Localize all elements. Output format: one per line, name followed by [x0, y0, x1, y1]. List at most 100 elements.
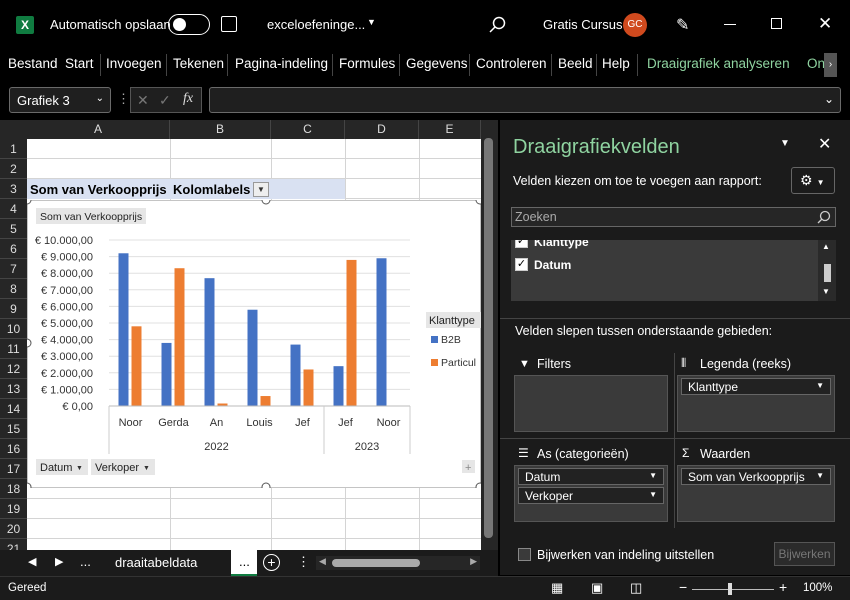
name-box[interactable]: Grafiek 3 ⌄	[9, 87, 111, 113]
ribbon-scroll-right-icon[interactable]: ›	[824, 53, 837, 77]
chevron-down-icon: ▼	[816, 381, 824, 390]
cancel-icon[interactable]: ✕	[137, 92, 149, 109]
pen-icon[interactable]: ✎	[676, 15, 689, 35]
autosave-toggle[interactable]	[168, 14, 210, 35]
insert-function-icon[interactable]: fx	[183, 91, 193, 107]
worksheet-grid[interactable]: A B C D E 1 2 3 4 5 6 7 8 9 10 11 12 13 14 15 16 17 18 19 2…	[0, 120, 498, 550]
prev-sheet-icon[interactable]: ◀	[28, 555, 36, 568]
pane-options-chevron-icon[interactable]: ▼	[780, 138, 790, 149]
tab-tekenen[interactable]: Tekenen	[173, 56, 224, 71]
field-checkbox-datum[interactable]: ✓	[515, 258, 528, 271]
row-header[interactable]: 9	[0, 299, 27, 319]
tab-bestand[interactable]: Bestand	[8, 56, 58, 71]
values-area[interactable]: Som van Verkoopprijs ▼	[677, 465, 835, 522]
next-sheet-icon[interactable]: ▶	[55, 555, 63, 568]
y-tick-label: € 0,00	[62, 401, 93, 413]
more-sheets-left[interactable]: ...	[80, 554, 91, 569]
user-name[interactable]: Gratis Cursus	[543, 17, 622, 32]
minimize-icon[interactable]	[724, 24, 736, 25]
column-labels-filter-button[interactable]: ▼	[253, 182, 269, 197]
more-sheets-right[interactable]: ...	[239, 554, 250, 569]
expand-formula-icon[interactable]: ⌄	[824, 92, 834, 106]
page-layout-icon[interactable]: ▣	[591, 580, 603, 596]
tab-invoegen[interactable]: Invoegen	[106, 56, 162, 71]
tab-help[interactable]: Help	[602, 56, 630, 71]
axis-field-verkoper[interactable]: Verkoper ▼	[518, 487, 664, 504]
row-header[interactable]: 20	[0, 519, 27, 539]
tab-draaigrafiek-analyseren[interactable]: Draaigrafiek analyseren	[647, 56, 790, 71]
sheet-options-icon[interactable]: ⋮	[297, 554, 310, 570]
zoom-level[interactable]: 100%	[803, 582, 832, 594]
horizontal-scrollbar[interactable]: ◀ ▶	[316, 556, 480, 570]
filters-area[interactable]	[514, 375, 668, 432]
tab-formules[interactable]: Formules	[339, 56, 395, 71]
values-field[interactable]: Som van Verkoopprijs ▼	[681, 468, 831, 485]
avatar[interactable]: GC	[623, 13, 647, 37]
tab-gegevens[interactable]: Gegevens	[406, 56, 468, 71]
filename-chevron-icon[interactable]: ▼	[367, 17, 376, 27]
row-header[interactable]: 2	[0, 159, 27, 179]
search-icon[interactable]	[489, 16, 507, 34]
column-header-b[interactable]: B	[170, 120, 271, 139]
row-header[interactable]: 21	[0, 539, 27, 550]
pane-close-icon[interactable]: ✕	[818, 134, 831, 154]
cell-a3[interactable]: Som van Verkoopprijs	[30, 182, 167, 197]
tab-ontwerpen[interactable]: On	[807, 56, 825, 71]
update-button[interactable]: Bijwerken	[774, 542, 835, 566]
row-header[interactable]: 6	[0, 239, 27, 259]
formula-input[interactable]: ⌄	[209, 87, 841, 113]
close-icon[interactable]: ✕	[818, 14, 832, 34]
row-header[interactable]: 19	[0, 499, 27, 519]
row-header[interactable]: 18	[0, 479, 27, 499]
pane-settings-button[interactable]: ⚙ ▼	[791, 167, 835, 194]
row-header[interactable]: 17	[0, 459, 27, 479]
tab-pagina-indeling[interactable]: Pagina-indeling	[235, 56, 328, 71]
row-header[interactable]: 12	[0, 359, 27, 379]
page-break-icon[interactable]: ◫	[630, 580, 642, 596]
row-header[interactable]: 10	[0, 319, 27, 339]
row-header[interactable]: 3	[0, 179, 27, 199]
row-header[interactable]: 1	[0, 139, 27, 159]
zoom-out-icon[interactable]: −	[679, 579, 687, 595]
row-header[interactable]: 13	[0, 379, 27, 399]
zoom-in-icon[interactable]: +	[779, 579, 787, 595]
row-header[interactable]: 11	[0, 339, 27, 359]
tab-start[interactable]: Start	[65, 56, 94, 71]
row-header[interactable]: 14	[0, 399, 27, 419]
row-header[interactable]: 7	[0, 259, 27, 279]
tab-beeld[interactable]: Beeld	[558, 56, 593, 71]
row-header[interactable]: 16	[0, 439, 27, 459]
pivot-chart[interactable]: Som van Verkoopprijs € 0,00 € 1.000,00 € 2.…	[27, 200, 481, 488]
normal-view-icon[interactable]: ▦	[551, 580, 563, 596]
defer-update-checkbox[interactable]	[518, 548, 531, 561]
axis-area[interactable]: Datum ▼ Verkoper ▼	[514, 465, 668, 522]
field-checkbox-klanttype[interactable]: ✓	[515, 240, 528, 248]
save-icon[interactable]	[221, 16, 237, 32]
column-header-a[interactable]: A	[27, 120, 170, 139]
cell-b3[interactable]: Kolomlabels	[173, 182, 250, 197]
zoom-slider[interactable]	[692, 583, 774, 595]
vertical-scrollbar[interactable]	[484, 138, 493, 538]
row-header[interactable]: 4	[0, 199, 27, 219]
chevron-down-icon: ▼	[649, 471, 657, 480]
tab-controleren[interactable]: Controleren	[476, 56, 547, 71]
field-button-label: Datum	[40, 462, 72, 474]
y-tick-label: € 6.000,00	[41, 301, 93, 313]
file-name[interactable]: exceloefeninge...	[267, 17, 365, 32]
legend-area[interactable]: Klanttype ▼	[677, 375, 835, 432]
sheet-tab-draaitabeldata[interactable]: draaitabeldata	[115, 555, 197, 570]
maximize-icon[interactable]	[771, 18, 782, 29]
axis-field-datum[interactable]: Datum ▼	[518, 468, 664, 485]
field-search-input[interactable]: Zoeken	[511, 207, 836, 227]
column-header-e[interactable]: E	[419, 120, 481, 139]
enter-icon[interactable]: ✓	[159, 92, 171, 109]
add-sheet-icon[interactable]: +	[263, 554, 280, 571]
field-list-scrollbar[interactable]: ▲ ▼	[818, 240, 836, 301]
column-header-c[interactable]: C	[271, 120, 345, 139]
column-header-d[interactable]: D	[345, 120, 419, 139]
row-header[interactable]: 5	[0, 219, 27, 239]
row-header[interactable]: 8	[0, 279, 27, 299]
legend-field-klanttype[interactable]: Klanttype ▼	[681, 378, 831, 395]
row-header[interactable]: 15	[0, 419, 27, 439]
search-icon	[817, 210, 831, 224]
